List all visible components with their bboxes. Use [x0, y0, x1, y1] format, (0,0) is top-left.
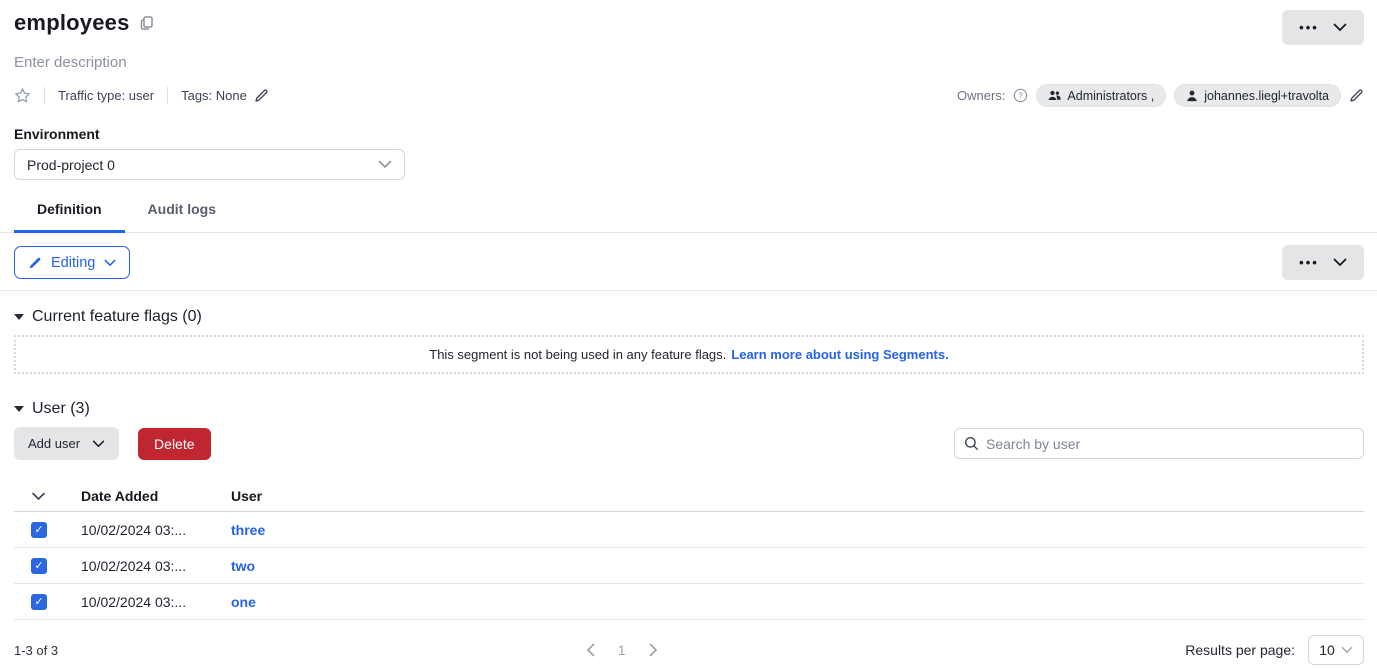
user-link[interactable]: one [231, 594, 256, 610]
table-header-row: Date Added User [14, 481, 1364, 512]
chevron-down-icon [92, 440, 105, 448]
empty-state-text: This segment is not being used in any fe… [429, 347, 726, 362]
collapse-triangle-icon [14, 314, 24, 320]
row-date: 10/02/2024 03:... [81, 594, 231, 610]
column-header-date-added[interactable]: Date Added [81, 488, 231, 504]
help-question-icon[interactable]: ? [1013, 88, 1028, 103]
search-input[interactable] [986, 436, 1354, 452]
divider [0, 290, 1377, 291]
owner-badge-user[interactable]: johannes.liegl+travolta [1174, 84, 1341, 107]
previous-page-button[interactable] [586, 643, 595, 657]
feature-flags-heading: Current feature flags (0) [32, 308, 202, 326]
environment-select[interactable]: Prod-project 0 [14, 149, 405, 180]
collapse-triangle-icon [14, 406, 24, 412]
user-link[interactable]: three [231, 522, 265, 538]
header-more-button[interactable]: ••• [1282, 10, 1364, 45]
page-header: employees ••• [0, 0, 1377, 45]
results-per-page-value: 10 [1319, 642, 1335, 658]
user-search-box [954, 428, 1364, 459]
svg-text:?: ? [1019, 91, 1024, 100]
ellipsis-icon: ••• [1299, 20, 1319, 35]
feature-flags-empty-state: This segment is not being used in any fe… [14, 335, 1364, 374]
learn-more-link[interactable]: Learn more about using Segments. [731, 347, 948, 362]
group-icon [1048, 90, 1061, 101]
tab-definition[interactable]: Definition [14, 201, 125, 233]
divider [44, 87, 45, 104]
traffic-type-label: Traffic type: user [58, 88, 154, 103]
chevron-down-icon [1333, 23, 1347, 32]
owners-label: Owners: [957, 88, 1005, 103]
pagination-footer: 1-3 of 3 1 Results per page: 10 [0, 635, 1377, 665]
row-date: 10/02/2024 03:... [81, 522, 231, 538]
tags-label: Tags: None [181, 88, 247, 103]
current-page-number[interactable]: 1 [618, 642, 626, 658]
description-placeholder[interactable]: Enter description [0, 54, 1377, 71]
copy-icon[interactable] [139, 15, 155, 31]
row-date: 10/02/2024 03:... [81, 558, 231, 574]
pager: 1 [58, 642, 1185, 658]
next-page-button[interactable] [649, 643, 658, 657]
chevron-down-icon [104, 259, 116, 267]
table-row: 10/02/2024 03:... three [14, 512, 1364, 548]
table-row: 10/02/2024 03:... two [14, 548, 1364, 584]
segment-toolbar: Editing ••• [0, 245, 1377, 280]
chevron-down-icon [1341, 646, 1353, 654]
edit-tags-pencil-icon[interactable] [254, 88, 269, 103]
column-header-user[interactable]: User [231, 488, 1364, 504]
owner-name: johannes.liegl+travolta [1204, 89, 1329, 103]
add-user-label: Add user [28, 436, 80, 451]
results-range-label: 1-3 of 3 [14, 643, 58, 658]
favorite-star-icon[interactable] [14, 87, 31, 104]
results-per-page-label: Results per page: [1185, 642, 1295, 658]
select-all-chevron-icon[interactable] [31, 492, 46, 501]
row-checkbox[interactable] [31, 594, 47, 610]
tabs-bar: Definition Audit logs [0, 201, 1377, 233]
table-row: 10/02/2024 03:... one [14, 584, 1364, 620]
chevron-down-icon [1333, 258, 1347, 267]
divider [167, 87, 168, 104]
ellipsis-icon: ••• [1299, 255, 1319, 270]
edit-owners-pencil-icon[interactable] [1349, 88, 1364, 103]
tab-audit-logs[interactable]: Audit logs [125, 201, 239, 233]
feature-flags-section-header[interactable]: Current feature flags (0) [0, 308, 1377, 326]
user-heading: User (3) [32, 400, 90, 418]
segment-more-button[interactable]: ••• [1282, 245, 1364, 280]
user-link[interactable]: two [231, 558, 255, 574]
editing-mode-button[interactable]: Editing [14, 246, 130, 279]
owner-badge-administrators[interactable]: Administrators , [1036, 84, 1166, 107]
user-table: Date Added User 10/02/2024 03:... three … [0, 481, 1377, 620]
environment-label: Environment [0, 126, 1377, 142]
pencil-icon [28, 256, 42, 270]
user-section-header[interactable]: User (3) [0, 400, 1377, 418]
meta-row: Traffic type: user Tags: None Owners: ? … [0, 84, 1377, 107]
environment-selected-value: Prod-project 0 [27, 157, 115, 173]
editing-label: Editing [51, 255, 95, 271]
row-checkbox[interactable] [31, 558, 47, 574]
user-toolbar: Add user Delete [0, 427, 1377, 460]
chevron-down-icon [378, 160, 392, 169]
add-user-button[interactable]: Add user [14, 427, 119, 460]
row-checkbox[interactable] [31, 522, 47, 538]
page-title: employees [14, 10, 130, 36]
search-icon [964, 436, 979, 451]
person-icon [1186, 90, 1198, 102]
owner-name: Administrators , [1067, 89, 1154, 103]
results-per-page-select[interactable]: 10 [1308, 635, 1364, 665]
delete-button[interactable]: Delete [138, 428, 210, 460]
